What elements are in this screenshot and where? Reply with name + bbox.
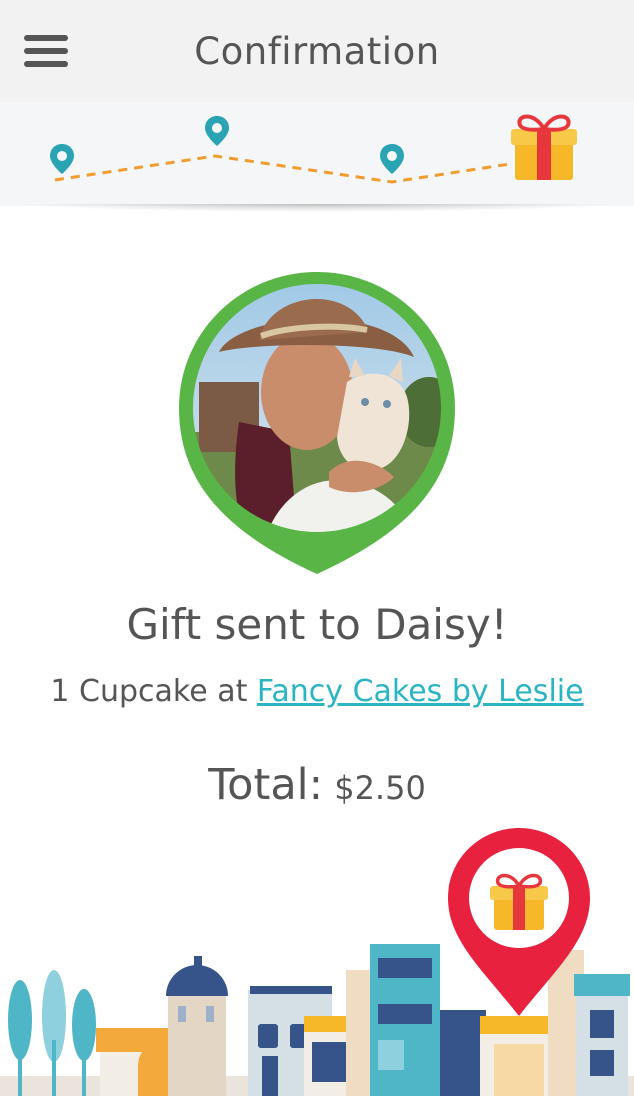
order-total: Total: $2.50 <box>0 760 634 810</box>
location-pin-icon <box>50 144 74 174</box>
gift-icon <box>511 114 577 180</box>
total-amount: $2.50 <box>334 769 426 807</box>
page-title: Confirmation <box>194 30 440 73</box>
app-header: Confirmation <box>0 0 634 102</box>
gift-item-label: 1 Cupcake at <box>50 674 257 709</box>
total-label: Total: <box>208 760 324 810</box>
merchant-link[interactable]: Fancy Cakes by Leslie <box>257 674 584 709</box>
recipient-avatar <box>179 272 455 574</box>
city-skyline-illustration <box>0 828 634 1096</box>
gift-item-description: 1 Cupcake at Fancy Cakes by Leslie <box>0 674 634 709</box>
location-pin-icon <box>380 144 404 174</box>
location-pin-icon <box>205 116 229 146</box>
header-shadow <box>20 204 614 212</box>
delivery-progress-track <box>0 102 634 206</box>
gift-sent-headline: Gift sent to Daisy! <box>126 600 508 649</box>
